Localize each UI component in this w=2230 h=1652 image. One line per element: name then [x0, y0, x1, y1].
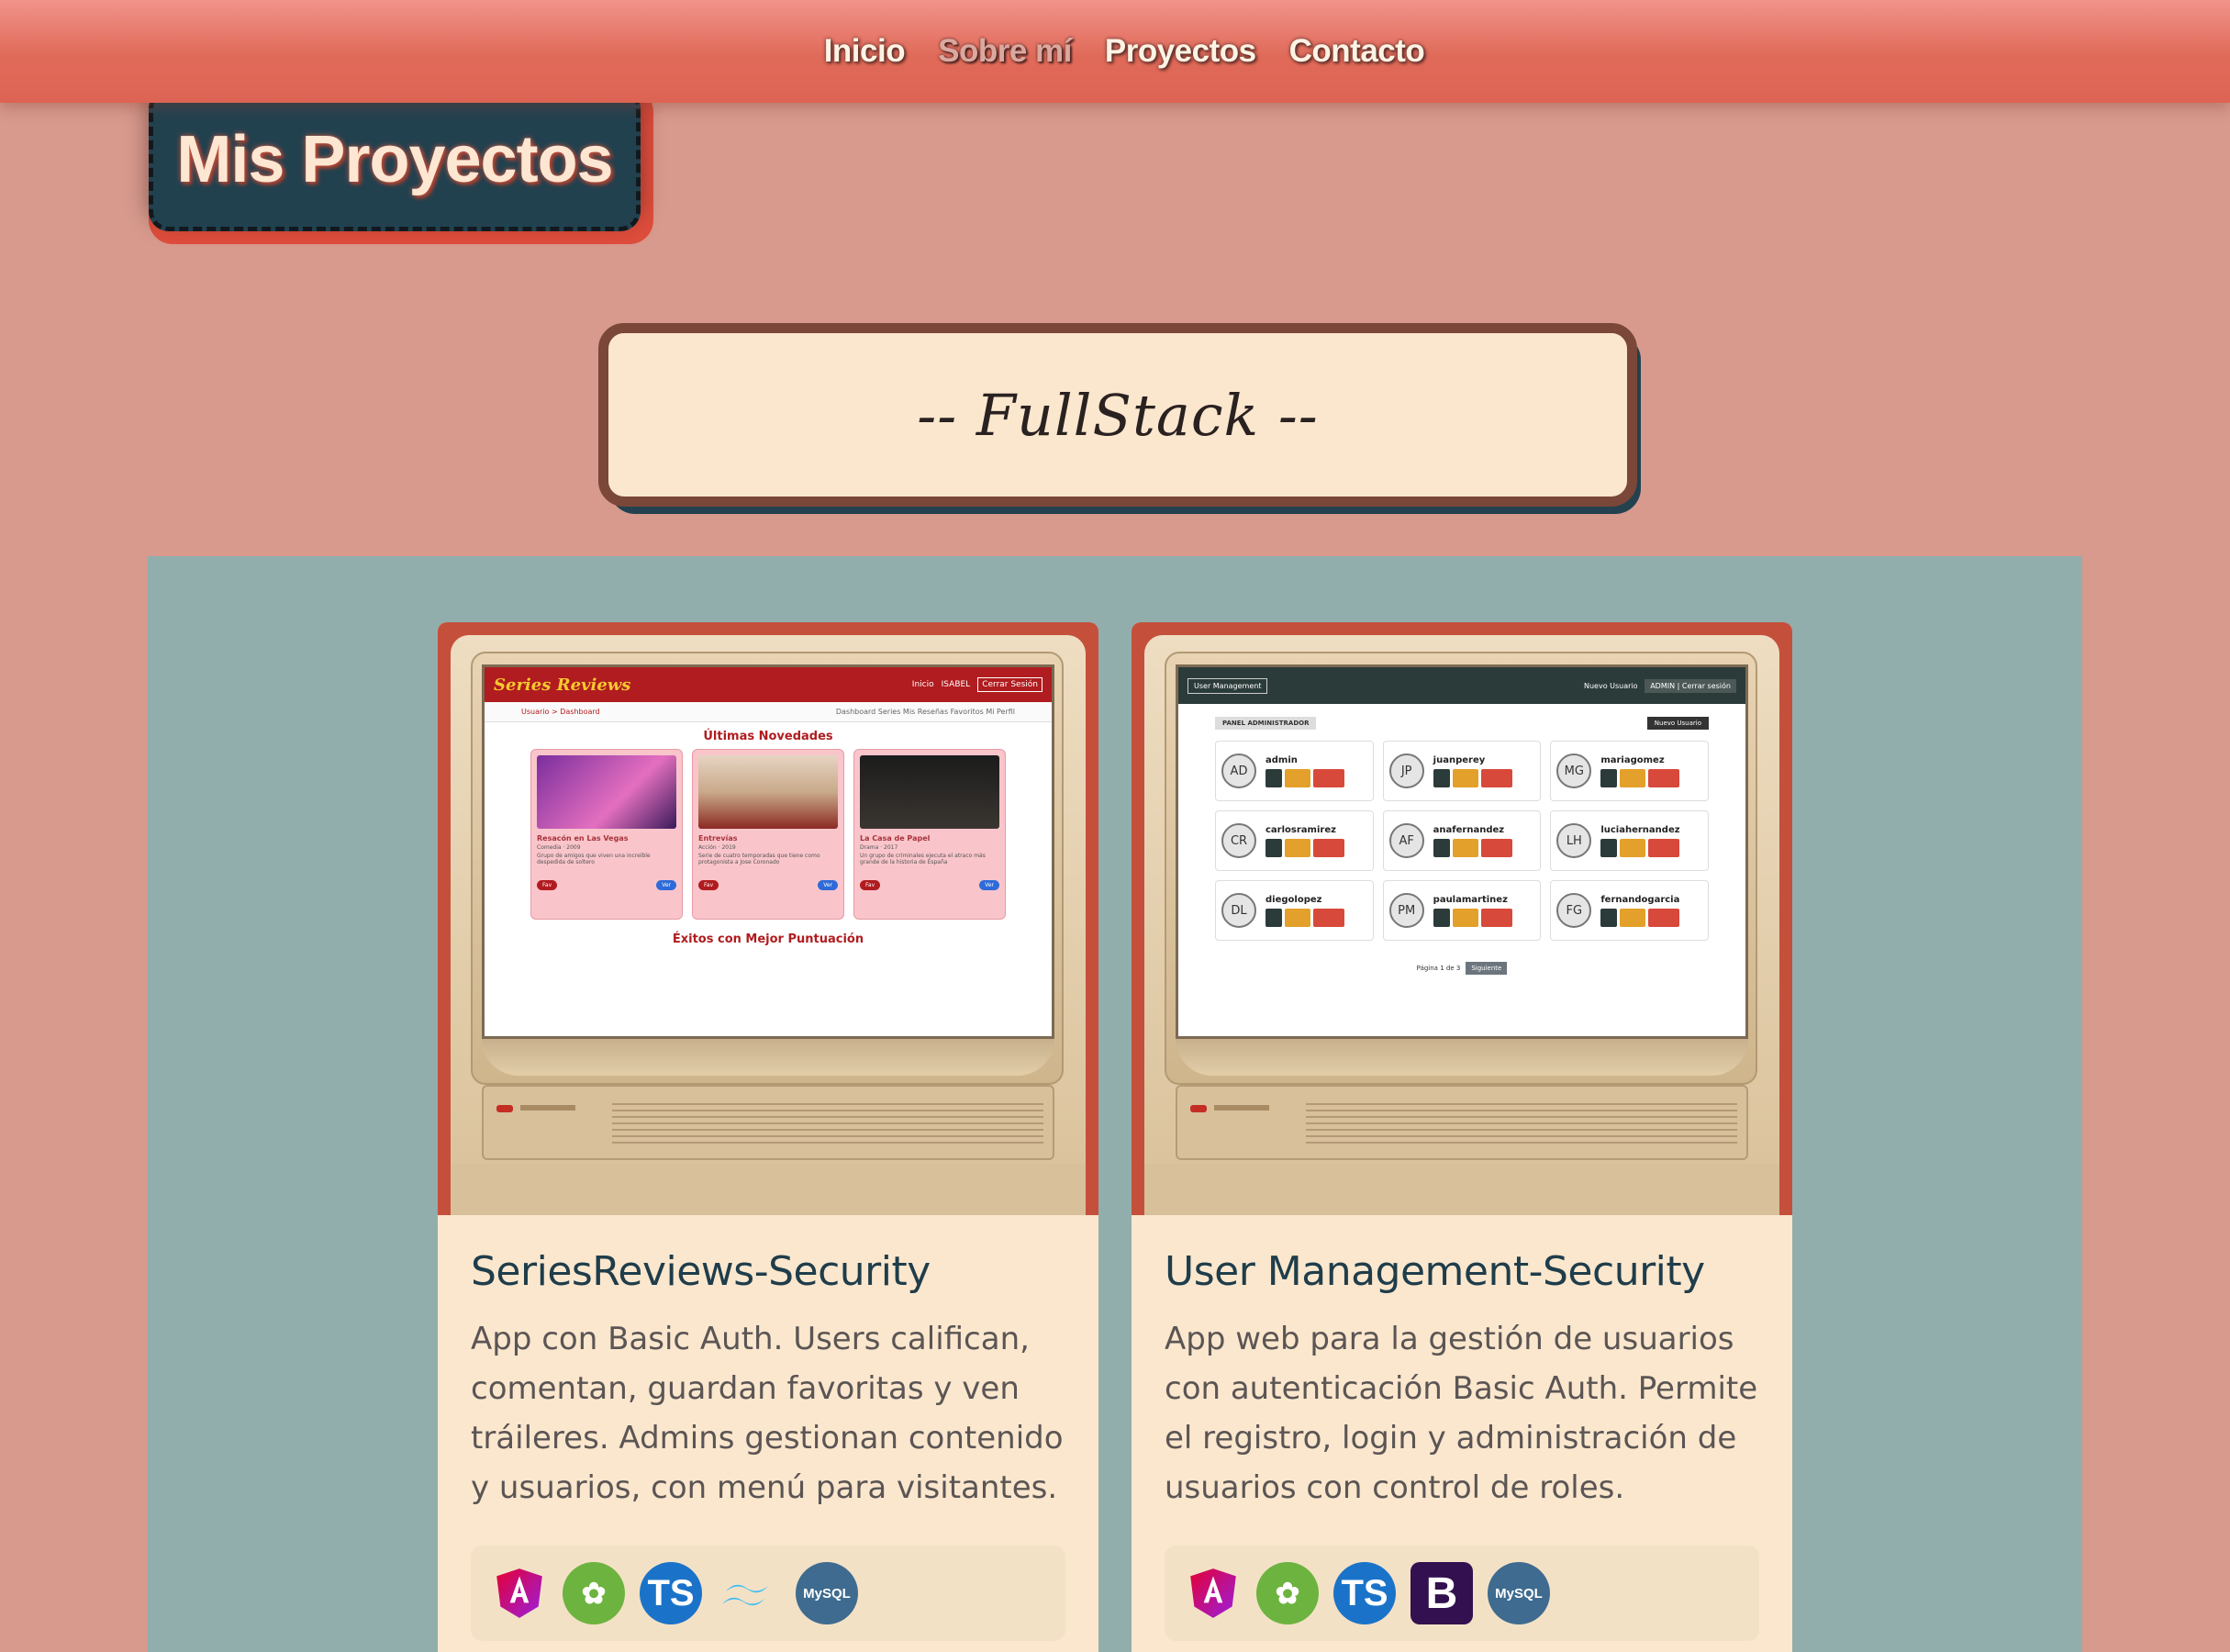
list-item: Resacón en Las Vegas Comedia · 2009 Grup…	[530, 749, 683, 920]
list-item: AD admin	[1215, 741, 1374, 801]
avatar: JP	[1388, 753, 1424, 788]
list-item: PM paulamartinez	[1382, 880, 1542, 941]
project-card[interactable]: Series Reviews Inicio ISABEL Cerrar Sesi…	[438, 622, 1098, 1652]
project-screenshot[interactable]: User Management Nuevo Usuario ADMIN | Ce…	[1132, 622, 1792, 1215]
list-item: JP juanperey	[1382, 741, 1542, 801]
project-title[interactable]: SeriesReviews-Security	[471, 1248, 931, 1295]
screen-preview: User Management Nuevo Usuario ADMIN | Ce…	[1176, 664, 1748, 1039]
nav-link-inicio[interactable]: Inicio	[824, 33, 906, 70]
list-item: MG mariagomez	[1550, 741, 1709, 801]
category-title: -- FullStack --	[917, 381, 1319, 449]
spring-icon: ✿	[563, 1562, 625, 1624]
tailwind-icon	[722, 1584, 768, 1606]
list-item: LH luciahernandez	[1550, 810, 1709, 871]
page-title-badge: Mis Proyectos	[149, 88, 653, 244]
project-description: App web para la gestión de usuarios con …	[1165, 1321, 1758, 1506]
avatar: LH	[1556, 823, 1592, 858]
list-item: Entrevías Acción · 2019 Serie de cuatro …	[692, 749, 844, 920]
avatar: DL	[1221, 893, 1256, 928]
avatar: AD	[1221, 753, 1256, 788]
list-item: FG fernandogarcia	[1550, 880, 1709, 941]
spring-icon: ✿	[1256, 1562, 1319, 1624]
nav-link-proyectos[interactable]: Proyectos	[1105, 33, 1256, 70]
avatar: CR	[1221, 823, 1256, 858]
page-title: Mis Proyectos	[176, 123, 613, 196]
tech-stack: ✿ TS MySQL	[471, 1546, 1065, 1641]
avatar: FG	[1556, 893, 1592, 928]
avatar: MG	[1556, 753, 1592, 788]
list-item: DL diegolopez	[1215, 880, 1374, 941]
mysql-icon: MySQL	[1488, 1562, 1550, 1624]
project-screenshot[interactable]: Series Reviews Inicio ISABEL Cerrar Sesi…	[438, 622, 1098, 1215]
nav-link-contacto[interactable]: Contacto	[1289, 33, 1425, 70]
list-item: CR carlosramirez	[1215, 810, 1374, 871]
mysql-icon: MySQL	[796, 1562, 858, 1624]
screen-preview: Series Reviews Inicio ISABEL Cerrar Sesi…	[482, 664, 1054, 1039]
avatar: AF	[1388, 823, 1424, 858]
list-item: AF anafernandez	[1382, 810, 1542, 871]
project-title[interactable]: User Management-Security	[1165, 1248, 1705, 1295]
angular-icon	[496, 1568, 542, 1618]
tech-stack: ✿ TS B MySQL	[1165, 1546, 1759, 1641]
typescript-icon: TS	[1333, 1562, 1396, 1624]
category-banner: -- FullStack --	[598, 323, 1637, 507]
angular-icon	[1190, 1568, 1236, 1618]
typescript-icon: TS	[640, 1562, 702, 1624]
avatar: PM	[1388, 893, 1424, 928]
list-item: La Casa de Papel Drama · 2017 Un grupo d…	[853, 749, 1006, 920]
bootstrap-icon: B	[1410, 1562, 1473, 1624]
project-card[interactable]: User Management Nuevo Usuario ADMIN | Ce…	[1132, 622, 1792, 1652]
nav-link-sobre-mi[interactable]: Sobre mí	[938, 33, 1072, 70]
project-description: App con Basic Auth. Users califican, com…	[471, 1321, 1064, 1506]
top-navigation: Inicio Sobre mí Proyectos Contacto	[0, 0, 2230, 103]
